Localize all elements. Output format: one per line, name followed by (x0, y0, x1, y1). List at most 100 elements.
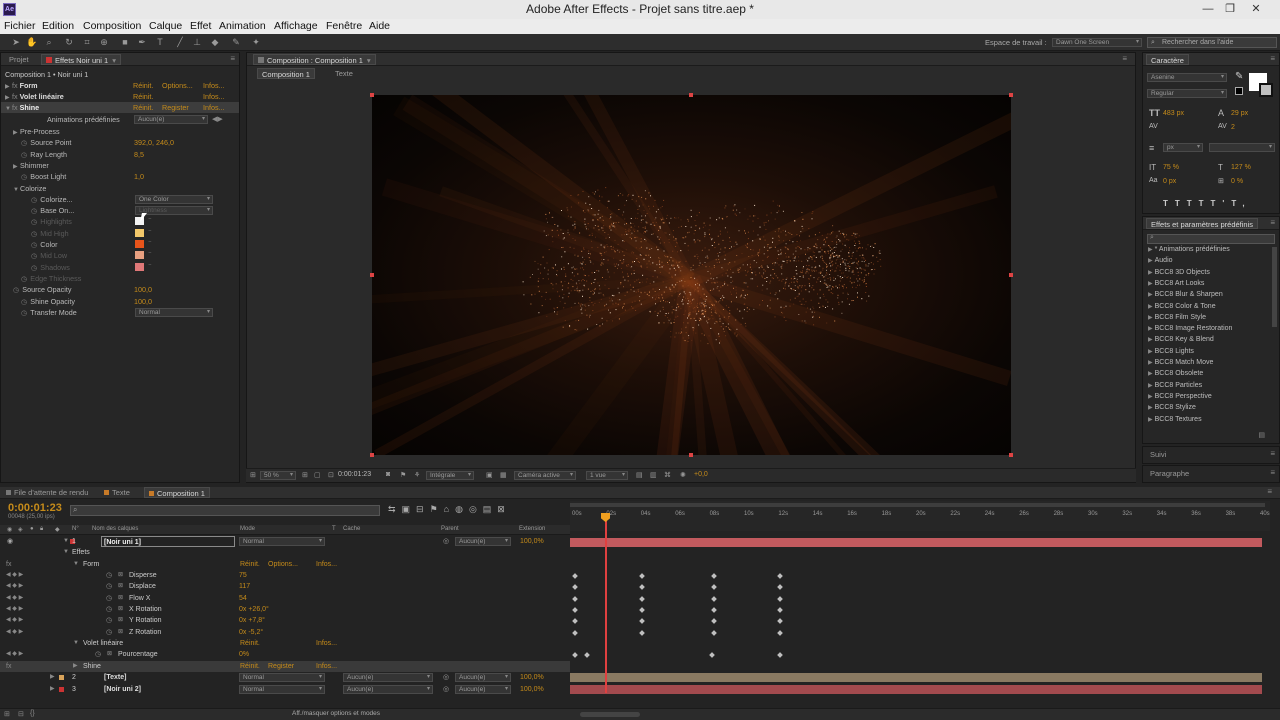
work-area-bar[interactable] (570, 503, 1265, 507)
keyframe[interactable] (572, 607, 578, 613)
param-row[interactable]: ▶ Pre-Process (13, 126, 231, 137)
unit-select[interactable]: px (1163, 143, 1203, 152)
corner-handle[interactable] (1009, 93, 1013, 97)
camera-tool-icon[interactable]: ⌗ (82, 37, 92, 47)
fx-icon[interactable]: fx (6, 661, 11, 672)
stopwatch-icon[interactable]: ◷ (31, 240, 37, 249)
graph-icon[interactable]: ⊠ (118, 615, 123, 626)
effects-category-item[interactable]: ▶ BCC8 Obsolete (1148, 370, 1203, 381)
text-style-buttons[interactable]: TTTTT'T, (1163, 199, 1252, 208)
menu-effet[interactable]: Effet (190, 20, 211, 32)
grid-icon[interactable]: ⊞ (302, 471, 308, 479)
keyframe[interactable] (639, 584, 645, 591)
keyframe[interactable] (572, 595, 578, 602)
keyframe[interactable] (639, 629, 645, 636)
camera-snapshot-icon[interactable]: ◙ (386, 471, 390, 478)
color-swatch[interactable] (135, 228, 144, 237)
fast-preview-icon[interactable]: ▥ (650, 471, 657, 479)
tracking-value[interactable]: 2 (1231, 124, 1235, 131)
effects-category-item[interactable]: ▶ BCC8 Art Looks (1148, 280, 1204, 291)
effects-search-input[interactable]: ⌕ (1147, 234, 1275, 244)
parent-pickwhip-icon[interactable]: ◎ (443, 536, 449, 547)
expand-icon[interactable]: ▶ (1148, 360, 1153, 366)
param-row[interactable]: ◷ Boost Light 1,0 (21, 171, 231, 182)
keyframe[interactable] (572, 573, 578, 579)
views-select[interactable]: 1 vue (586, 471, 628, 480)
trackmatte-select[interactable]: Aucun(e) (343, 684, 433, 694)
stopwatch-icon[interactable]: ◷ (31, 217, 37, 226)
graph-icon[interactable]: ⊠ (118, 593, 123, 604)
expand-icon[interactable]: ▶ (1148, 405, 1153, 411)
puppet-tool-icon[interactable]: ✦ (251, 37, 261, 47)
layer-row-3[interactable]: ▶3[Noir uni 2]NormalAucun(e)◎Aucun(e)100… (0, 684, 570, 695)
effects-category-item[interactable]: ▶ BCC8 Perspective (1148, 393, 1212, 404)
keyframe-nav-icon[interactable]: ◀ ◆ ▶ (6, 593, 23, 604)
param-select[interactable]: One Color (135, 194, 213, 204)
transparency-grid-icon[interactable]: ▦ (500, 471, 507, 479)
keyframe-nav-icon[interactable]: ◀ ◆ ▶ (6, 570, 23, 581)
param-row[interactable]: ▶ Shimmer (13, 160, 231, 171)
param-row[interactable]: ◷ Ray Length 8,5 (21, 149, 231, 160)
param-row[interactable]: ◷ Source Point 392,0, 246,0 (21, 137, 231, 148)
modes-icon[interactable]: ⊟ (18, 710, 24, 718)
stopwatch-icon[interactable]: ◷ (21, 138, 27, 147)
expand-icon[interactable]: ▶ (1148, 247, 1153, 253)
parent-select[interactable]: Aucun(e) (455, 684, 511, 694)
keyframe[interactable] (572, 618, 578, 625)
layer-bar-texte[interactable] (570, 673, 1262, 682)
param-row[interactable]: ◷ Source Opacity 100,0 (13, 284, 231, 295)
stopwatch-icon[interactable]: ◷ (21, 308, 27, 317)
keyframe[interactable] (572, 584, 578, 591)
label-color-icon[interactable] (59, 686, 64, 692)
menu-calque[interactable]: Calque (149, 20, 182, 32)
property-row[interactable]: ◀ ◆ ▶ ◷ ⊠ Displace 117 (0, 581, 570, 592)
solo-icon[interactable]: ● (30, 526, 34, 532)
mode-select[interactable]: Normal (239, 684, 325, 694)
stopwatch-icon[interactable]: ◷ (21, 297, 27, 306)
stopwatch-icon[interactable]: ◷ (31, 251, 37, 260)
keyframe[interactable] (639, 607, 645, 613)
font-size-value[interactable]: 483 px (1163, 110, 1184, 117)
parent-pickwhip-icon[interactable]: ◎ (443, 684, 449, 695)
property-row[interactable]: ◀ ◆ ▶ ◷ ⊠ X Rotation 0x +26,0° (0, 604, 570, 615)
keyframe[interactable] (711, 573, 717, 579)
stroke-color-swatch[interactable] (1259, 83, 1273, 97)
layer-switches-icon[interactable]: ⊞ (4, 710, 10, 718)
stopwatch-icon[interactable]: ◷ (106, 570, 112, 581)
tab-effects-noir-uni[interactable]: Effets Noir uni 1 ▾ (41, 54, 121, 65)
param-select[interactable]: Normal (135, 307, 213, 317)
tsume-value[interactable]: 0 % (1231, 178, 1243, 185)
panel-menu-icon[interactable]: ≡ (1267, 487, 1272, 496)
expand-icon[interactable]: ▼ (63, 547, 69, 558)
resolution-select[interactable]: Intégrale (426, 471, 474, 480)
stroke-type-select[interactable] (1209, 143, 1275, 152)
comp-time[interactable]: 0:00:01:23 (338, 471, 371, 478)
effects-category-item[interactable]: ▶ BCC8 3D Objects (1148, 269, 1210, 280)
expand-icon[interactable]: ▶ (1148, 371, 1153, 377)
brush-tool-icon[interactable]: ╱ (175, 37, 185, 47)
in-out-icon[interactable]: {} (30, 710, 35, 717)
tab-projet[interactable]: Projet (5, 54, 33, 65)
keyframe-nav-icon[interactable]: ◀ ◆ ▶ (6, 615, 23, 626)
effect-shine-row[interactable]: fx ▶ Shine Réinit. Register Infos... (0, 661, 570, 672)
menu-affichage[interactable]: Affichage (274, 20, 318, 32)
pen-tool-icon[interactable]: ✒ (137, 37, 147, 47)
flowchart-icon[interactable]: ⌘ (664, 471, 671, 479)
presets-nav-icon[interactable]: ◀▶ (212, 115, 223, 123)
expand-icon[interactable]: ▶ (1148, 315, 1153, 321)
tab-timeline-texte[interactable]: Texte (100, 487, 134, 498)
effect-shine[interactable]: ▼fx Shine Réinit. Register Infos... (1, 102, 239, 113)
menu-animation[interactable]: Animation (219, 20, 266, 32)
param-value[interactable]: 8,5 (134, 149, 144, 160)
keyframe-nav-icon[interactable]: ◀ ◆ ▶ (6, 581, 23, 592)
vertical-scale-value[interactable]: 75 % (1163, 164, 1179, 171)
roto-tool-icon[interactable]: ✎ (231, 37, 241, 47)
keyframe-nav-icon[interactable]: ◀ ◆ ▶ (6, 604, 23, 615)
layer-bar-noir-uni-1[interactable] (570, 538, 1262, 547)
keyframe[interactable] (572, 629, 578, 636)
stopwatch-icon[interactable]: ◷ (106, 627, 112, 638)
tab-render-queue[interactable]: File d'attente de rendu (2, 487, 92, 498)
keyframe[interactable] (572, 652, 578, 658)
color-swatch[interactable] (135, 262, 144, 271)
keyframe[interactable] (709, 652, 715, 658)
